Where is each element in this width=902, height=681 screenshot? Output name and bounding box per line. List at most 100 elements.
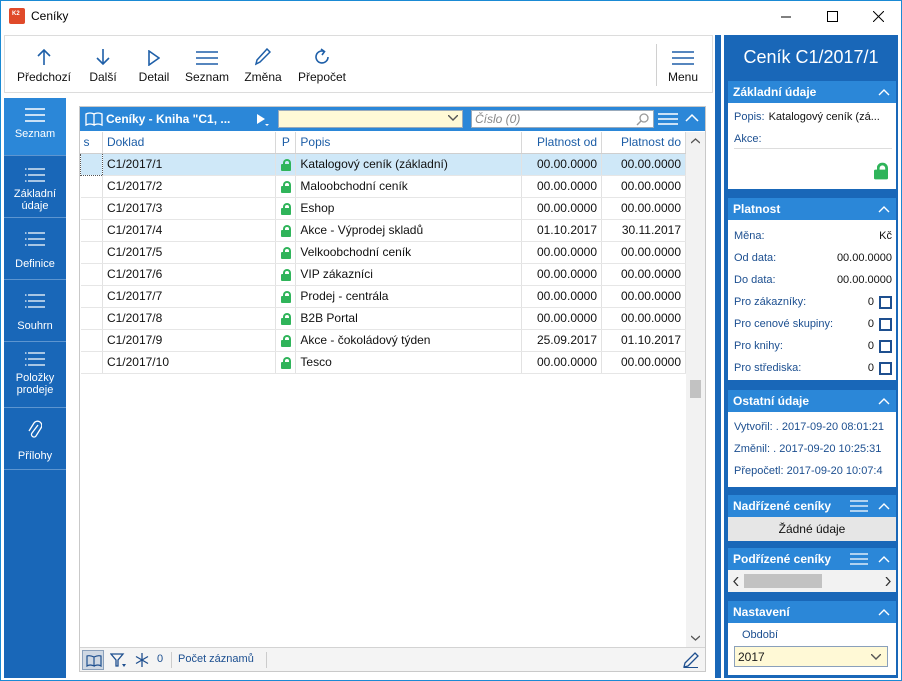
popis-cell[interactable]: Tesco xyxy=(295,351,523,374)
platnost-od-cell[interactable]: 00.00.0000 xyxy=(521,241,603,264)
platnost-do-cell[interactable]: 00.00.0000 xyxy=(601,175,686,198)
scroll-right-icon[interactable] xyxy=(885,577,891,586)
row-state-cell[interactable] xyxy=(80,241,103,264)
collapse-icon[interactable] xyxy=(878,205,890,213)
platnost-od-cell[interactable]: 25.09.2017 xyxy=(521,329,603,352)
row-state-cell[interactable] xyxy=(80,351,103,374)
row-state-cell[interactable] xyxy=(80,152,103,176)
minimize-button[interactable] xyxy=(763,1,809,32)
scroll-thumb[interactable] xyxy=(744,574,822,588)
nav-item-souhrn[interactable]: Souhrn xyxy=(4,280,66,342)
platnost-od-cell[interactable]: 00.00.0000 xyxy=(521,197,603,220)
edit-button[interactable]: Změna xyxy=(242,36,284,92)
list-button[interactable]: Seznam xyxy=(184,36,230,92)
doklad-cell[interactable]: C1/2017/2 xyxy=(102,175,277,198)
col-s[interactable]: s xyxy=(80,132,103,154)
popis-cell[interactable]: Katalogový ceník (základní) xyxy=(295,153,523,176)
dropdown-icon[interactable] xyxy=(448,115,458,123)
popis-cell[interactable]: Maloobchodní ceník xyxy=(295,175,523,198)
section-header-nadrizene[interactable]: Nadřízené ceníky xyxy=(728,495,896,517)
platnost-do-cell[interactable]: 00.00.0000 xyxy=(601,153,686,176)
pro-zakazniky-checkbox[interactable] xyxy=(879,295,892,309)
col-p[interactable]: P xyxy=(275,132,297,154)
row-state-cell[interactable] xyxy=(80,263,103,286)
table-row[interactable]: C1/2017/7 Prodej - centrála 00.00.0000 0… xyxy=(80,285,686,308)
collapse-icon[interactable] xyxy=(878,397,890,405)
snowflake-icon[interactable] xyxy=(135,653,149,667)
col-platnost-do[interactable]: Platnost do xyxy=(601,132,686,154)
col-doklad[interactable]: Doklad xyxy=(102,132,277,154)
platnost-do-cell[interactable]: 00.00.0000 xyxy=(601,285,686,308)
platnost-od-cell[interactable]: 00.00.0000 xyxy=(521,307,603,330)
menu-button[interactable]: Menu xyxy=(663,36,703,92)
next-button[interactable]: Další xyxy=(85,36,121,92)
book-filter-input[interactable] xyxy=(278,110,463,128)
collapse-icon[interactable] xyxy=(878,502,890,510)
nav-item-seznam[interactable]: Seznam xyxy=(4,98,66,156)
record-count-label[interactable]: Počet záznamů xyxy=(178,653,254,665)
platnost-do-cell[interactable]: 00.00.0000 xyxy=(601,351,686,374)
table-row[interactable]: C1/2017/10 Tesco 00.00.0000 00.00.0000 xyxy=(80,351,686,374)
popis-cell[interactable]: VIP zákazníci xyxy=(295,263,523,286)
table-row[interactable]: C1/2017/2 Maloobchodní ceník 00.00.0000 … xyxy=(80,175,686,198)
splitter[interactable] xyxy=(715,35,721,678)
collapse-icon[interactable] xyxy=(878,88,890,96)
detail-button[interactable]: Detail xyxy=(135,36,173,92)
section-menu-icon[interactable] xyxy=(850,553,868,565)
popis-cell[interactable]: Velkoobchodní ceník xyxy=(295,241,523,264)
section-header-ostatni[interactable]: Ostatní údaje xyxy=(728,390,896,412)
popis-cell[interactable]: Eshop xyxy=(295,197,523,220)
section-menu-icon[interactable] xyxy=(850,500,868,512)
horizontal-scrollbar[interactable] xyxy=(728,570,896,592)
doklad-cell[interactable]: C1/2017/4 xyxy=(102,219,277,242)
platnost-od-cell[interactable]: 00.00.0000 xyxy=(521,153,603,176)
table-row[interactable]: C1/2017/4 Akce - Výprodej skladů 01.10.2… xyxy=(80,219,686,242)
scroll-thumb[interactable] xyxy=(690,380,701,398)
scroll-up-icon[interactable] xyxy=(691,138,700,144)
collapse-icon[interactable] xyxy=(685,113,699,123)
play-menu-icon[interactable] xyxy=(256,113,270,127)
pencil-icon[interactable] xyxy=(683,652,699,668)
number-search-input[interactable]: Číslo (0) xyxy=(471,110,654,128)
platnost-do-cell[interactable]: 01.10.2017 xyxy=(601,329,686,352)
row-state-cell[interactable] xyxy=(80,285,103,308)
col-popis[interactable]: Popis xyxy=(295,132,523,154)
dropdown-icon[interactable] xyxy=(871,654,881,661)
doklad-cell[interactable]: C1/2017/9 xyxy=(102,329,277,352)
platnost-od-cell[interactable]: 01.10.2017 xyxy=(521,219,603,242)
doklad-cell[interactable]: C1/2017/6 xyxy=(102,263,277,286)
filter-icon[interactable] xyxy=(110,653,128,669)
table-row[interactable]: C1/2017/3 Eshop 00.00.0000 00.00.0000 xyxy=(80,197,686,220)
recalculate-button[interactable]: Přepočet xyxy=(296,36,348,92)
pro-knihy-checkbox[interactable] xyxy=(879,339,892,353)
pro-strediska-checkbox[interactable] xyxy=(879,361,892,375)
platnost-od-cell[interactable]: 00.00.0000 xyxy=(521,351,603,374)
doklad-cell[interactable]: C1/2017/3 xyxy=(102,197,277,220)
row-state-cell[interactable] xyxy=(80,175,103,198)
grid-menu-icon[interactable] xyxy=(658,112,678,126)
section-header-zakladni[interactable]: Základní údaje xyxy=(728,81,896,103)
collapse-icon[interactable] xyxy=(878,608,890,616)
nav-item-definice[interactable]: Definice xyxy=(4,218,66,280)
close-button[interactable] xyxy=(855,1,901,32)
nav-item-prilohy[interactable]: Přílohy xyxy=(4,408,66,470)
row-state-cell[interactable] xyxy=(80,219,103,242)
platnost-do-cell[interactable]: 00.00.0000 xyxy=(601,307,686,330)
maximize-button[interactable] xyxy=(809,1,855,32)
doklad-cell[interactable]: C1/2017/1 xyxy=(102,153,277,176)
platnost-do-cell[interactable]: 30.11.2017 xyxy=(601,219,686,242)
nav-item-zakladni-udaje[interactable]: Základní údaje xyxy=(4,156,66,218)
search-icon[interactable] xyxy=(636,113,649,126)
obdobi-select[interactable]: 2017 xyxy=(734,646,888,667)
platnost-od-cell[interactable]: 00.00.0000 xyxy=(521,285,603,308)
popis-cell[interactable]: Akce - Výprodej skladů xyxy=(295,219,523,242)
nav-item-polozky-prodeje[interactable]: Položky prodeje xyxy=(4,342,66,408)
pro-cenove-skupiny-checkbox[interactable] xyxy=(879,317,892,331)
scroll-left-icon[interactable] xyxy=(733,577,739,586)
popis-cell[interactable]: Akce - čokoládový týden xyxy=(295,329,523,352)
doklad-cell[interactable]: C1/2017/5 xyxy=(102,241,277,264)
table-row[interactable]: C1/2017/1 Katalogový ceník (základní) 00… xyxy=(80,152,686,176)
section-header-platnost[interactable]: Platnost xyxy=(728,198,896,220)
popis-cell[interactable]: Prodej - centrála xyxy=(295,285,523,308)
platnost-do-cell[interactable]: 00.00.0000 xyxy=(601,263,686,286)
